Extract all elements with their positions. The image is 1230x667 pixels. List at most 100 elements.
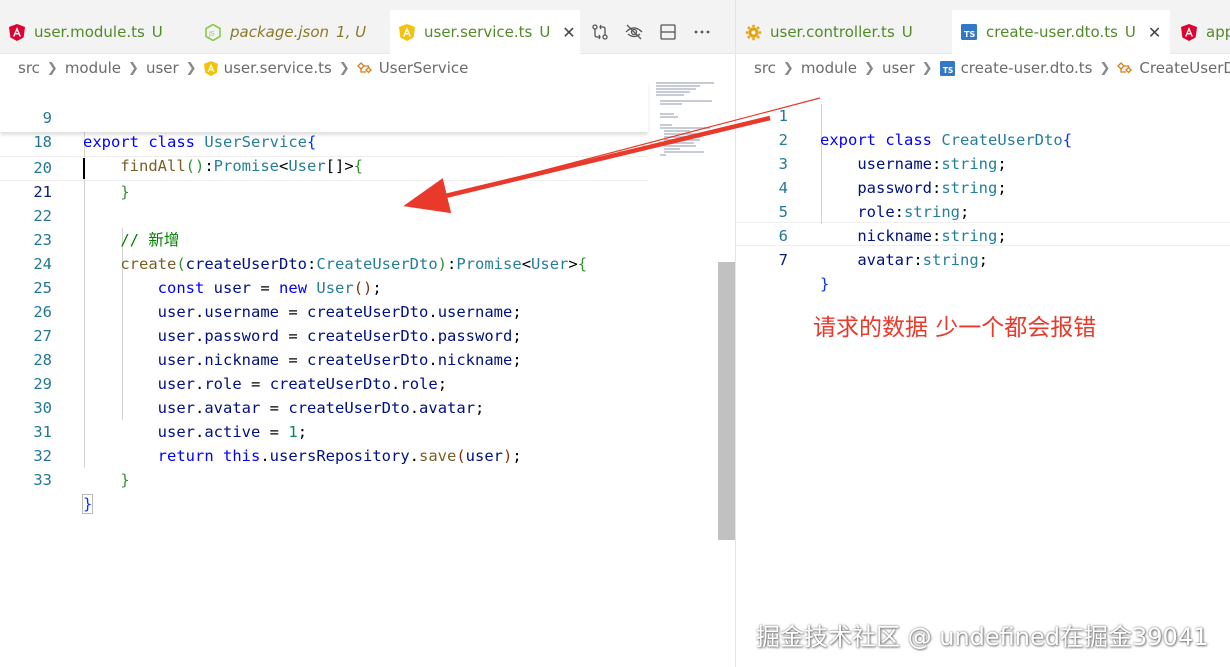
breadcrumb-item[interactable]: module [65,59,121,77]
sticky-scroll-header[interactable]: 9 export class UserService{ 18 findAll()… [0,82,648,175]
editor-actions [590,10,712,54]
code-text: role:string; [857,203,970,221]
tab-label: package.json [230,23,330,41]
code-text: export class CreateUserDto{ [820,131,1073,149]
svg-text:JS: JS [208,30,215,37]
angular-icon [8,23,26,41]
code-line: 1 export class CreateUserDto{ [736,80,1072,149]
chevron-right-icon: ❯ [128,60,139,76]
breadcrumb-item[interactable]: module [801,59,857,77]
code-line: 2 username:string; [736,104,1007,173]
right-tab-bar: user.controller.ts U TS create-user.dto.… [736,0,1230,54]
code-text: create(createUserDto:CreateUserDto):Prom… [120,255,588,273]
typescript-icon: TS [939,60,955,76]
code-text: } [820,275,830,293]
left-tab-bar: user.module.ts U JS package.json 1, U us… [0,0,735,54]
code-line: 23 create(createUserDto:CreateUserDto):P… [0,204,587,273]
breadcrumb-item[interactable]: create-user.dto.ts [961,59,1093,77]
tab-user-controller[interactable]: user.controller.ts U [736,10,946,54]
tab-user-module[interactable]: user.module.ts U [0,10,185,54]
line-number: 33 [33,471,52,489]
breadcrumb-item[interactable]: user [882,59,915,77]
line-number: 7 [778,251,788,269]
nestjs-service-icon [203,60,218,76]
code-line: 28 user.role = createUserDto.role; [0,324,447,393]
code-line: 5 nickname:string; [736,176,1007,245]
more-actions-icon[interactable] [692,23,712,41]
breadcrumb-item[interactable]: src [754,59,776,77]
code-text: user.username = createUserDto.username; [157,303,522,321]
code-line: 3 password:string; [736,128,1007,197]
code-text: user.role = createUserDto.role; [157,375,448,393]
angular-icon [1180,23,1198,41]
tab-label: app [1206,23,1230,41]
chevron-right-icon: ❯ [864,60,875,76]
nestjs-service-icon [398,23,416,41]
git-status-badge: U [539,23,551,41]
close-icon[interactable]: ✕ [1148,23,1161,42]
code-line: 25 user.username = createUserDto.usernam… [0,252,521,321]
tab-label: create-user.dto.ts [986,23,1118,41]
code-line: 18 findAll():Promise<User[]>{ [0,106,363,175]
code-line: 27 user.nickname = createUserDto.nicknam… [0,300,521,369]
chevron-right-icon: ❯ [46,60,58,76]
annotation-note: 请求的数据 少一个都会报错 [813,315,1097,341]
tab-package-json[interactable]: JS package.json 1, U [196,10,386,54]
code-line: 32 } [0,420,129,489]
code-line: 4 role:string; [736,152,970,221]
class-symbol-icon [1117,61,1133,75]
tab-app[interactable]: app [1172,10,1230,54]
tab-create-user-dto[interactable]: TS create-user.dto.ts U ✕ [952,10,1170,54]
code-text: user.nickname = createUserDto.nickname; [157,351,522,369]
breadcrumb-item[interactable]: user [146,59,179,77]
svg-text:TS: TS [964,30,975,39]
scrollbar-thumb[interactable] [718,262,735,540]
breadcrumb-item[interactable]: user.service.ts [224,59,332,77]
line-number: 18 [33,133,52,151]
breadcrumb: src ❯ module ❯ user ❯ TS create-user.dto… [736,54,1230,82]
code-text: } [120,471,130,489]
gear-icon [744,23,762,41]
compare-changes-icon[interactable] [590,23,610,41]
code-line: 29 user.avatar = createUserDto.avatar; [0,348,484,417]
minimap[interactable] [650,80,720,165]
git-status-badge: U [151,23,163,41]
svg-text:TS: TS [942,66,953,75]
nodejs-icon: JS [204,23,222,41]
class-symbol-icon [356,61,373,75]
code-comment: // 新增 [83,231,180,249]
tab-label: user.controller.ts [770,23,895,41]
tab-user-service[interactable]: user.service.ts U ✕ [390,10,580,54]
breadcrumb: src ❯ module ❯ user ❯ user.service.ts ❯ … [0,54,735,82]
code-line: 24 const user = new User(); [0,228,381,297]
code-line: 33 } [0,444,94,514]
code-line: 26 user.password = createUserDto.passwor… [0,276,521,345]
chevron-right-icon: ❯ [338,60,350,76]
code-text: avatar:string; [857,251,989,269]
chevron-right-icon: ❯ [185,60,197,76]
code-line: 6 avatar:string; [736,200,988,269]
code-text: username:string; [857,155,1007,173]
code-text: user.password = createUserDto.password; [157,327,522,345]
code-text: } [120,183,130,201]
code-line: 7 } [736,224,830,293]
breadcrumb-item[interactable]: src [18,59,40,77]
watermark: 掘金技术社区 @ undefined在掘金39041 [756,623,1209,651]
code-text: findAll():Promise<User[]>{ [120,157,364,175]
breadcrumb-item[interactable]: CreateUserDto [1139,59,1230,77]
code-text: user.avatar = createUserDto.avatar; [157,399,485,417]
code-text: nickname:string; [857,227,1007,245]
left-editor-group: user.module.ts U JS package.json 1, U us… [0,0,735,667]
tab-label: user.module.ts [34,23,145,41]
code-text: export class UserService{ [83,133,317,151]
git-status-badge: U [901,23,913,41]
breadcrumb-item[interactable]: UserService [379,59,469,77]
code-text: password:string; [857,179,1007,197]
split-editor-icon[interactable] [658,23,678,41]
problem-status-badge: 1, U [336,23,367,41]
git-status-badge: U [1124,23,1136,41]
close-icon[interactable]: ✕ [562,23,575,42]
hide-icon[interactable] [624,23,644,41]
chevron-right-icon: ❯ [782,60,794,76]
code-text: return this.usersRepository.save(user); [157,447,522,465]
